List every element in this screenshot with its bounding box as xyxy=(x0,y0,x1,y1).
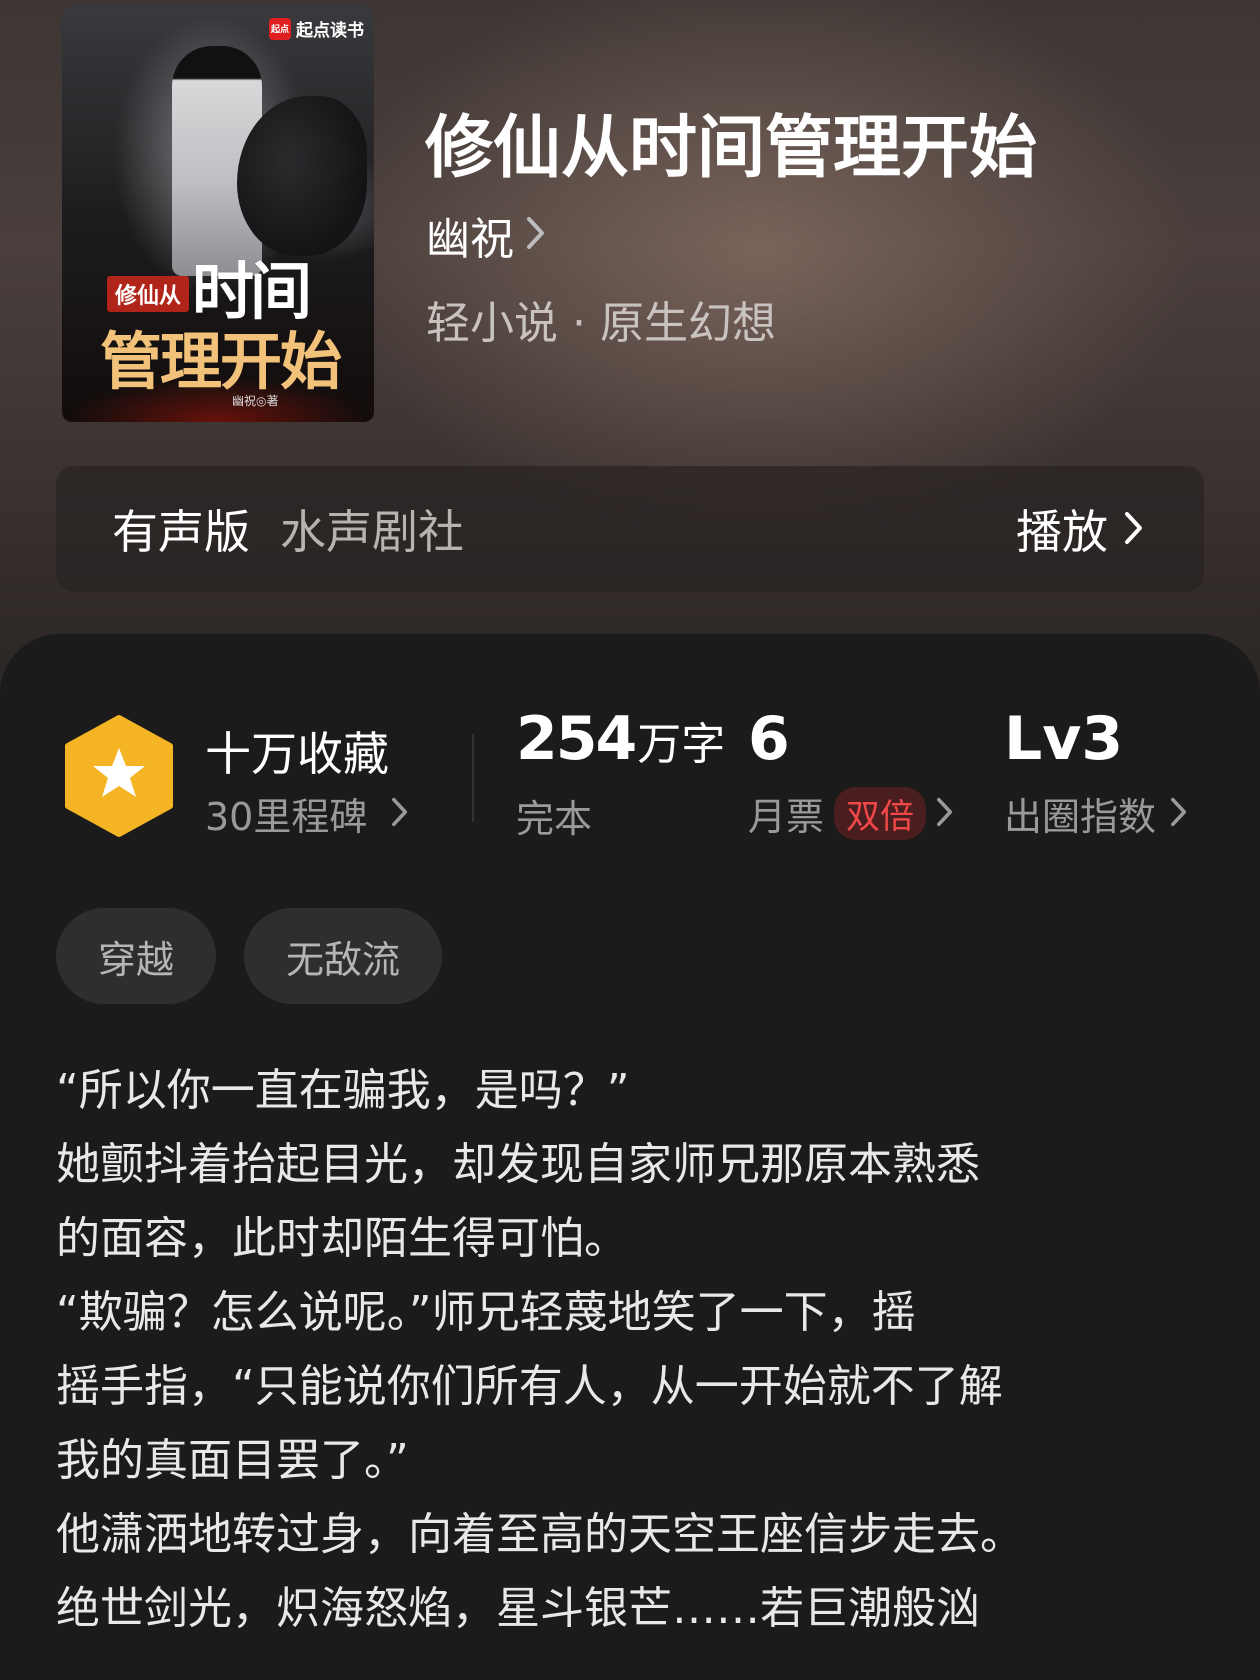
stats-divider xyxy=(472,734,474,822)
monthly-votes-link[interactable]: 月票 双倍 xyxy=(748,786,954,841)
chevron-right-icon xyxy=(526,216,546,254)
chevron-right-icon xyxy=(1170,792,1188,836)
tag-chip[interactable]: 无敌流 xyxy=(244,908,443,1004)
tag-chip[interactable]: 穿越 xyxy=(56,908,217,1004)
synopsis-line: 我的真面目罢了。” xyxy=(56,1435,409,1486)
qidian-logo-icon: 起点 xyxy=(269,17,291,40)
double-badge: 双倍 xyxy=(834,787,927,840)
monthly-votes-value: 6 xyxy=(748,704,790,774)
audiobook-bar[interactable]: 有声版 水声剧社 播放 xyxy=(56,466,1204,592)
cover-author-mark: 幽祝◎著 xyxy=(232,394,279,408)
chevron-right-icon xyxy=(936,792,954,836)
author-name: 幽祝 xyxy=(426,214,514,265)
book-title: 修仙从时间管理开始 xyxy=(425,108,1038,188)
popularity-index-label: 出圈指数 xyxy=(1004,795,1157,839)
synopsis-line: 绝世剑光，炽海怒焰，星斗银芒……若巨潮般汹 xyxy=(56,1583,980,1634)
cover-title-line1: 修仙从 xyxy=(107,276,190,312)
audiobook-label: 有声版 xyxy=(112,505,250,559)
popularity-index-link[interactable]: 出圈指数 xyxy=(1004,786,1188,841)
cover-brand: 起点 起点读书 xyxy=(269,16,364,41)
star-badge-icon xyxy=(65,715,173,837)
play-label: 播放 xyxy=(1016,505,1108,559)
milestone-label: 30里程碑 xyxy=(205,795,368,839)
popularity-level: Lv3 xyxy=(1004,704,1124,774)
cover-brand-text: 起点读书 xyxy=(296,21,364,41)
play-button[interactable]: 播放 xyxy=(1016,496,1144,562)
milestone-link[interactable]: 30里程碑 xyxy=(205,786,409,841)
synopsis-line: 摇手指，“只能说你们所有人，从一开始就不了解 xyxy=(56,1361,1003,1412)
chevron-right-icon xyxy=(1124,502,1144,556)
word-count-number: 254 xyxy=(516,704,637,774)
synopsis-line: “欺骗？怎么说呢。”师兄轻蔑地笑了一下，摇 xyxy=(56,1287,916,1338)
audiobook-source: 水声剧社 xyxy=(280,505,464,559)
stats-row: 十万收藏 30里程碑 254 万字 完本 6 月票 双倍 Lv3 出圈指数 xyxy=(0,704,1260,844)
book-cover[interactable]: 起点 起点读书 修仙从 时间 管理开始 幽祝◎著 xyxy=(62,6,374,422)
monthly-votes-label: 月票 xyxy=(748,795,825,839)
synopsis-line: “所以你一直在骗我，是吗？” xyxy=(56,1065,630,1116)
word-count-unit: 万字 xyxy=(637,719,726,770)
completion-status: 完本 xyxy=(516,797,593,841)
book-synopsis[interactable]: “所以你一直在骗我，是吗？” 她颤抖着抬起目光，却发现自家师兄那原本熟悉 的面容… xyxy=(56,1054,1216,1646)
favorites-milestone: 十万收藏 xyxy=(205,727,389,781)
chevron-right-icon xyxy=(391,792,409,836)
book-genre[interactable]: 轻小说 · 原生幻想 xyxy=(426,287,776,351)
cover-title-line3: 管理开始 xyxy=(100,325,342,398)
word-count: 254 万字 xyxy=(516,704,725,774)
synopsis-line: 的面容，此时却陌生得可怕。 xyxy=(56,1213,628,1264)
author-link[interactable]: 幽祝 xyxy=(426,203,546,267)
tag-list: 穿越 无敌流 xyxy=(56,908,443,1004)
book-header: 起点 起点读书 修仙从 时间 管理开始 幽祝◎著 修仙从时间管理开始 幽祝 轻小… xyxy=(0,0,1260,700)
synopsis-line: 她颤抖着抬起目光，却发现自家师兄那原本熟悉 xyxy=(56,1139,980,1190)
book-detail-panel: 十万收藏 30里程碑 254 万字 完本 6 月票 双倍 Lv3 出圈指数 穿越… xyxy=(0,634,1260,1680)
synopsis-line: 他潇洒地转过身，向着至高的天空王座信步走去。 xyxy=(56,1509,1024,1560)
